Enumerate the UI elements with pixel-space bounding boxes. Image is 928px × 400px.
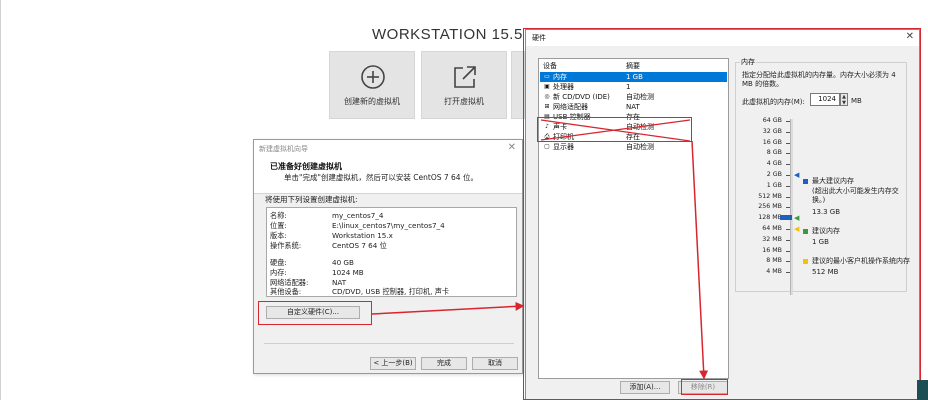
new-vm-wizard-dialog: 新建虚拟机向导 ✕ 已准备好创建虚拟机 单击"完成"创建虚拟机，然后可以安装 C…: [253, 139, 523, 374]
summary-row: 内存: 1024 MB: [270, 268, 364, 277]
open-vm-tile[interactable]: 打开虚拟机: [421, 51, 507, 119]
wizard-header-title: 已准备好创建虚拟机: [270, 162, 342, 171]
window-edge: [0, 0, 1, 400]
wizard-title: 新建虚拟机向导: [259, 145, 308, 153]
hardware-dialog-highlight: [523, 28, 921, 400]
remove-button-highlight: [681, 379, 728, 395]
summary-row: 硬盘: 40 GB: [270, 258, 354, 267]
summary-row: 版本: Workstation 15.x: [270, 231, 393, 240]
close-icon[interactable]: ✕: [508, 142, 516, 153]
plus-circle-icon: [361, 65, 385, 89]
settings-summary: 名称: my_centos7_4 位置: E:\linux_centos7\my_c…: [266, 207, 517, 297]
summary-row: 其他设备: CD/DVD, USB 控制器, 打印机, 声卡: [270, 287, 450, 296]
wizard-header: 已准备好创建虚拟机 单击"完成"创建虚拟机，然后可以安装 CentOS 7 64…: [254, 158, 522, 194]
open-external-icon: [454, 66, 476, 88]
summary-row: 名称: my_centos7_4: [270, 211, 384, 220]
wizard-titlebar: 新建虚拟机向导 ✕: [254, 140, 522, 158]
summary-row: 操作系统: CentOS 7 64 位: [270, 241, 387, 250]
cancel-button[interactable]: 取消: [472, 357, 518, 370]
customize-button-highlight: [258, 301, 372, 325]
create-vm-label: 创建新的虚拟机: [344, 97, 400, 106]
open-vm-label: 打开虚拟机: [444, 97, 484, 106]
summary-row: 位置: E:\linux_centos7\my_centos7_4: [270, 221, 445, 230]
wizard-separator: [264, 343, 514, 344]
finish-button[interactable]: 完成: [421, 357, 467, 370]
devices-highlight: [537, 117, 692, 142]
background-window-edge: [917, 380, 928, 400]
screen: WORKSTATION 15.5 PR 创建新的虚拟机 打开虚拟机 新建虚拟机向…: [0, 0, 928, 400]
wizard-prompt: 将使用下列设置创建虚拟机:: [265, 195, 358, 204]
wizard-header-subtitle: 单击"完成"创建虚拟机，然后可以安装 CentOS 7 64 位。: [284, 173, 478, 182]
back-button[interactable]: < 上一步(B): [370, 357, 416, 370]
create-vm-tile[interactable]: 创建新的虚拟机: [329, 51, 415, 119]
